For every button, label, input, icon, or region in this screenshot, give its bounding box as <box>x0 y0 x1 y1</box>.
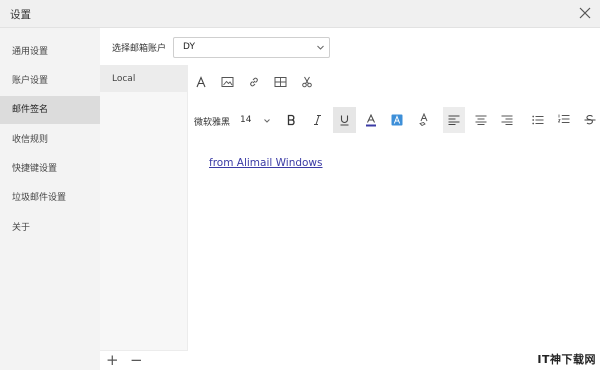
signature-list: Local + − <box>100 65 188 370</box>
settings-sidebar: 通用设置 账户设置 邮件签名 收信规则 快捷键设置 垃圾邮件设置 关于 <box>0 28 100 370</box>
align-center-icon[interactable] <box>475 115 487 125</box>
sidebar-item-spam[interactable]: 垃圾邮件设置 <box>0 184 100 212</box>
chevron-down-icon[interactable] <box>263 117 271 125</box>
add-signature-button[interactable]: + <box>106 353 119 368</box>
font-size-select[interactable]: 14 <box>240 115 251 125</box>
account-select[interactable]: DY <box>173 37 330 58</box>
font-family-select[interactable]: 微软雅黑 <box>194 115 230 128</box>
signature-item-label: Local <box>112 74 136 84</box>
signature-list-tools: + − <box>100 350 188 370</box>
account-value: DY <box>183 42 195 52</box>
signature-settings-panel: 选择邮箱账户 DY Local + − 微软雅黑 14 from Alimail… <box>100 28 600 370</box>
signature-item[interactable]: Local <box>100 65 188 92</box>
title-bar: 设置 <box>0 0 600 28</box>
sidebar-item-account[interactable]: 账户设置 <box>0 67 100 95</box>
scissors-icon[interactable] <box>301 76 313 88</box>
sidebar-item-signature[interactable]: 邮件签名 <box>0 96 100 124</box>
sidebar-item-rules[interactable]: 收信规则 <box>0 126 100 154</box>
underline-button[interactable] <box>333 107 356 133</box>
align-right-icon[interactable] <box>501 115 513 125</box>
bullet-list-icon[interactable] <box>532 115 544 125</box>
sidebar-item-about[interactable]: 关于 <box>0 214 100 242</box>
format-toolbar: 微软雅黑 14 <box>188 99 600 141</box>
clear-format-icon[interactable] <box>418 113 430 126</box>
image-icon[interactable] <box>221 76 234 88</box>
watermark-logo: IT神下载网 <box>537 353 596 366</box>
font-style-icon[interactable] <box>195 76 207 88</box>
highlight-color-icon[interactable] <box>391 114 403 126</box>
align-left-icon <box>448 115 460 125</box>
font-color-icon[interactable] <box>365 114 377 127</box>
align-left-button[interactable] <box>443 107 465 133</box>
italic-icon[interactable] <box>312 114 323 126</box>
signature-editor[interactable]: from Alimail Windows <box>188 141 600 370</box>
underline-icon <box>339 114 350 126</box>
table-icon[interactable] <box>274 76 287 88</box>
bold-icon[interactable] <box>286 114 297 126</box>
remove-signature-button[interactable]: − <box>130 353 143 368</box>
insert-toolbar <box>188 65 600 99</box>
account-label: 选择邮箱账户 <box>112 44 167 54</box>
close-icon[interactable] <box>577 5 593 21</box>
signature-link[interactable]: from Alimail Windows <box>209 157 323 169</box>
window-title: 设置 <box>10 9 31 21</box>
sidebar-item-shortcuts[interactable]: 快捷键设置 <box>0 155 100 183</box>
numbered-list-icon[interactable] <box>558 114 570 125</box>
strikethrough-icon[interactable] <box>584 114 596 126</box>
sidebar-item-general[interactable]: 通用设置 <box>0 38 100 66</box>
link-icon[interactable] <box>248 76 260 88</box>
chevron-down-icon <box>316 43 325 52</box>
